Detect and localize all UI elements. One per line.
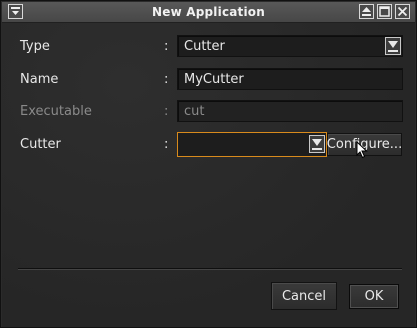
executable-value: cut <box>184 104 205 119</box>
cutter-combobox[interactable] <box>177 132 327 157</box>
type-label: Type <box>20 39 50 54</box>
name-input[interactable]: MyCutter <box>177 68 403 90</box>
type-colon: : <box>164 39 169 54</box>
mouse-pointer-icon <box>356 141 368 159</box>
shade-icon[interactable] <box>359 4 374 19</box>
dialog-body: Type : Cutter Name : MyCutter Executable… <box>2 23 415 327</box>
chevron-down-icon[interactable] <box>385 37 401 55</box>
name-value: MyCutter <box>184 72 244 87</box>
new-application-dialog: New Application Type : Cutter Name : MyC… <box>0 0 417 328</box>
type-combobox[interactable]: Cutter <box>177 35 403 57</box>
maximize-icon[interactable] <box>377 4 392 19</box>
cancel-button[interactable]: Cancel <box>271 282 337 310</box>
title-bar[interactable]: New Application <box>2 2 415 23</box>
name-colon: : <box>164 72 169 87</box>
executable-colon: : <box>164 104 169 119</box>
type-value: Cutter <box>184 39 225 54</box>
executable-label: Executable <box>20 104 92 119</box>
divider <box>18 268 402 270</box>
chevron-down-icon[interactable] <box>309 135 325 153</box>
window-title: New Application <box>152 5 265 19</box>
ok-button[interactable]: OK <box>349 284 399 309</box>
name-label: Name <box>20 72 59 87</box>
cutter-colon: : <box>164 137 169 152</box>
executable-input: cut <box>177 100 403 122</box>
cutter-label: Cutter <box>20 137 61 152</box>
close-icon[interactable] <box>395 4 410 19</box>
